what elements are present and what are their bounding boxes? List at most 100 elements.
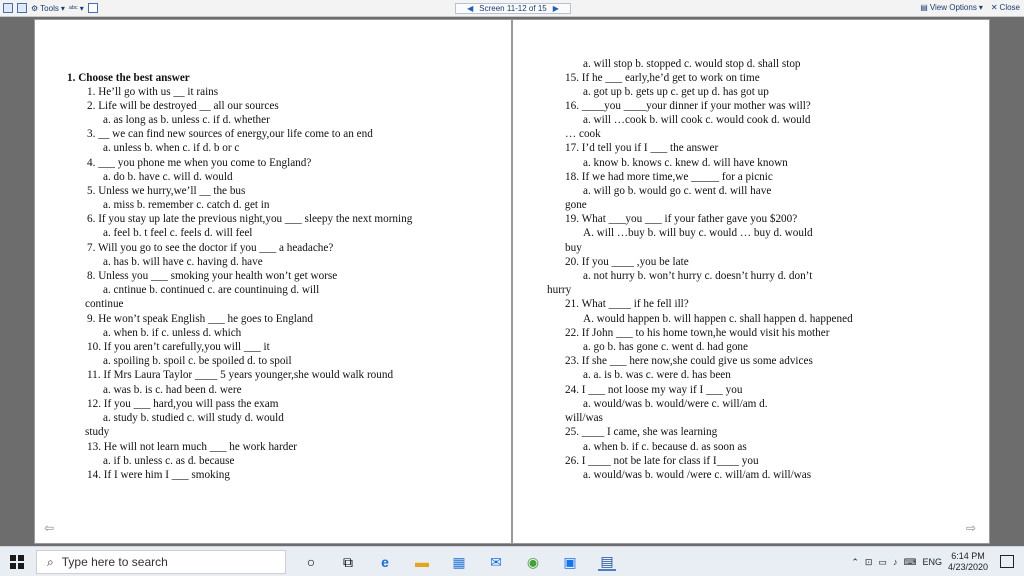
spelling-icon: ᵃᵇᶜ bbox=[68, 3, 78, 13]
previous-page-arrow-icon[interactable]: ⇦ bbox=[44, 521, 54, 535]
previous-screen-icon[interactable]: ◀ bbox=[467, 4, 473, 13]
screen-indicator: Screen 11-12 of 15 bbox=[479, 4, 547, 13]
battery-icon[interactable]: ▭ bbox=[878, 557, 887, 568]
question-line: 22. If John ___ to his home town,he woul… bbox=[565, 327, 830, 339]
windows-taskbar: ⌕ Type here to search ○ ⧉ e ▬ ▦ ✉ ◉ ▣ ▤ … bbox=[0, 546, 1024, 576]
reader-app-icon[interactable]: ▤ bbox=[598, 553, 616, 571]
close-icon: ✕ bbox=[990, 3, 998, 12]
question-line: 4. ___ you phone me when you come to Eng… bbox=[87, 157, 312, 169]
window-icon[interactable] bbox=[87, 3, 98, 13]
zoom-icon[interactable]: ▣ bbox=[561, 553, 579, 571]
question-line: 5. Unless we hurry,we’ll __ the bus bbox=[87, 185, 246, 197]
chevron-up-icon[interactable]: ⌃ bbox=[851, 557, 859, 568]
answer-options-line: a. a. is b. was c. were d. has been bbox=[583, 369, 731, 381]
answer-options-line: a. will stop b. stopped c. would stop d.… bbox=[583, 58, 801, 70]
question-line: 26. I ____ not be late for class if I___… bbox=[565, 455, 759, 467]
left-page: 1. Choose the best answer 1. He’ll go wi… bbox=[34, 19, 512, 544]
answer-options-line: a. not hurry b. won’t hurry c. doesn’t h… bbox=[583, 270, 813, 282]
question-line: 16. ____you ____your dinner if your moth… bbox=[565, 100, 811, 112]
windows-start-icon[interactable] bbox=[10, 555, 24, 569]
close-label: Close bbox=[999, 3, 1020, 12]
answer-options-line: a. will …cook b. will cook c. would cook… bbox=[583, 114, 811, 126]
answer-continuation-line: continue bbox=[85, 298, 124, 310]
print-icon[interactable] bbox=[17, 3, 27, 13]
question-line: 9. He won’t speak English ___ he goes to… bbox=[87, 313, 313, 325]
language-indicator[interactable]: ENG bbox=[922, 557, 942, 567]
toolbar-right-group: ▤ View Options ▾ ✕ Close bbox=[920, 3, 1020, 12]
answer-options-line: a. was b. is c. had been d. were bbox=[103, 384, 242, 396]
answer-options-line: a. go b. has gone c. went d. had gone bbox=[583, 341, 748, 353]
system-tray: ⌃ ⊡ ▭ ♪ ⌨ ENG 6:14 PM 4/23/2020 bbox=[851, 551, 988, 573]
answer-options-line: a. when b. if c. unless d. which bbox=[103, 327, 242, 339]
chevron-down-icon: ▾ bbox=[60, 3, 65, 13]
answer-options-line: a. would/was b. would/were c. will/am d. bbox=[583, 398, 768, 410]
question-line: 12. If you ___ hard,you will pass the ex… bbox=[87, 398, 279, 410]
save-icon[interactable] bbox=[3, 3, 13, 13]
answer-options-line: a. unless b. when c. if d. b or c bbox=[103, 142, 240, 154]
answer-options-line: a. as long as b. unless c. if d. whether bbox=[103, 114, 270, 126]
next-screen-icon[interactable]: ▶ bbox=[553, 4, 559, 13]
question-line: 10. If you aren’t carefully,you will ___… bbox=[87, 341, 270, 353]
search-icon: ⌕ bbox=[47, 554, 54, 569]
clock-date: 4/23/2020 bbox=[947, 562, 988, 572]
mail-icon[interactable]: ✉ bbox=[487, 553, 505, 571]
answer-options-line: a. got up b. gets up c. get up d. has go… bbox=[583, 86, 769, 98]
file-explorer-icon[interactable]: ▬ bbox=[413, 553, 431, 571]
taskbar-search-box[interactable]: ⌕ Type here to search bbox=[36, 550, 286, 574]
question-line: 8. Unless you ___ smoking your health wo… bbox=[87, 270, 338, 282]
tools-icon: ⚙ bbox=[31, 3, 39, 13]
volume-icon[interactable]: ♪ bbox=[893, 557, 898, 567]
answer-continuation-line: study bbox=[85, 426, 110, 438]
answer-options-line: a. when b. if c. because d. as soon as bbox=[583, 441, 747, 453]
question-line: 7. Will you go to see the doctor if you … bbox=[87, 242, 334, 254]
question-line: 20. If you ____ ,you be late bbox=[565, 256, 689, 268]
question-line: 25. ____ I came, she was learning bbox=[565, 426, 718, 438]
answer-continuation-line: hurry bbox=[547, 284, 572, 296]
chevron-down-icon: ▾ bbox=[978, 3, 983, 12]
view-options-label: View Options bbox=[929, 3, 977, 12]
question-line: 11. If Mrs Laura Taylor ____ 5 years you… bbox=[87, 369, 394, 381]
question-line: 17. I’d tell you if I ___ the answer bbox=[565, 142, 719, 154]
answer-options-line: a. know b. knows c. knew d. will have kn… bbox=[583, 157, 788, 169]
question-line: 24. I ___ not loose my way if I ___ you bbox=[565, 384, 743, 396]
question-line: 14. If I were him I ___ smoking bbox=[87, 469, 230, 481]
taskbar-clock[interactable]: 6:14 PM 4/23/2020 bbox=[948, 551, 988, 573]
section-heading: 1. Choose the best answer bbox=[67, 72, 190, 84]
answer-options-line: a. will go b. would go c. went d. will h… bbox=[583, 185, 772, 197]
question-line: 3. __ we can find new sources of energy,… bbox=[87, 128, 373, 140]
answer-options-line: a. spoiling b. spoil c. be spoiled d. to… bbox=[103, 355, 292, 367]
answer-options-line: a. do b. have c. will d. would bbox=[103, 171, 233, 183]
clock-time: 6:14 PM bbox=[951, 551, 985, 561]
answer-options-line: a. miss b. remember c. catch d. get in bbox=[103, 199, 270, 211]
view-options-button[interactable]: ▤ View Options ▾ bbox=[920, 3, 983, 12]
store-icon[interactable]: ▦ bbox=[450, 553, 468, 571]
answer-options-line: a. feel b. t feel c. feels d. will feel bbox=[103, 227, 253, 239]
answer-continuation-line: gone bbox=[565, 199, 587, 211]
view-options-icon: ▤ bbox=[920, 3, 928, 12]
spelling-menu-button[interactable]: ᵃᵇᶜ ▾ bbox=[69, 4, 84, 13]
question-line: 6. If you stay up late the previous nigh… bbox=[87, 213, 413, 225]
question-line: 23. If she ___ here now,she could give u… bbox=[565, 355, 813, 367]
question-line: 1. He’ll go with us __ it rains bbox=[87, 86, 219, 98]
search-placeholder: Type here to search bbox=[61, 555, 168, 569]
keyboard-icon[interactable]: ⌨ bbox=[903, 557, 916, 568]
question-line: 18. If we had more time,we _____ for a p… bbox=[565, 171, 773, 183]
app-shortcut-icon[interactable]: ◉ bbox=[524, 553, 542, 571]
cortana-icon[interactable]: ○ bbox=[302, 553, 320, 571]
answer-options-line: a. study b. studied c. will study d. wou… bbox=[103, 412, 284, 424]
answer-options-line: a. has b. will have c. having d. have bbox=[103, 256, 263, 268]
reader-toolbar: ⚙ Tools ▾ ᵃᵇᶜ ▾ ◀ Screen 11-12 of 15 ▶ ▤… bbox=[0, 0, 1024, 17]
answer-continuation-line: buy bbox=[565, 242, 582, 254]
question-line: 2. Life will be destroyed __ all our sou… bbox=[87, 100, 279, 112]
chevron-down-icon: ▾ bbox=[79, 3, 84, 13]
tools-label: Tools bbox=[40, 3, 59, 13]
notifications-icon[interactable] bbox=[1000, 555, 1014, 568]
next-page-arrow-icon[interactable]: ⇨ bbox=[966, 521, 976, 535]
right-page: a. will stop b. stopped c. would stop d.… bbox=[512, 19, 990, 544]
edge-browser-icon[interactable]: e bbox=[376, 553, 394, 571]
question-line: 13. He will not learn much ___ he work h… bbox=[87, 441, 298, 453]
close-button[interactable]: ✕ Close bbox=[991, 3, 1020, 12]
tools-menu-button[interactable]: ⚙ Tools ▾ bbox=[31, 4, 65, 13]
task-view-icon[interactable]: ⧉ bbox=[339, 553, 357, 571]
network-icon[interactable]: ⊡ bbox=[865, 557, 873, 568]
